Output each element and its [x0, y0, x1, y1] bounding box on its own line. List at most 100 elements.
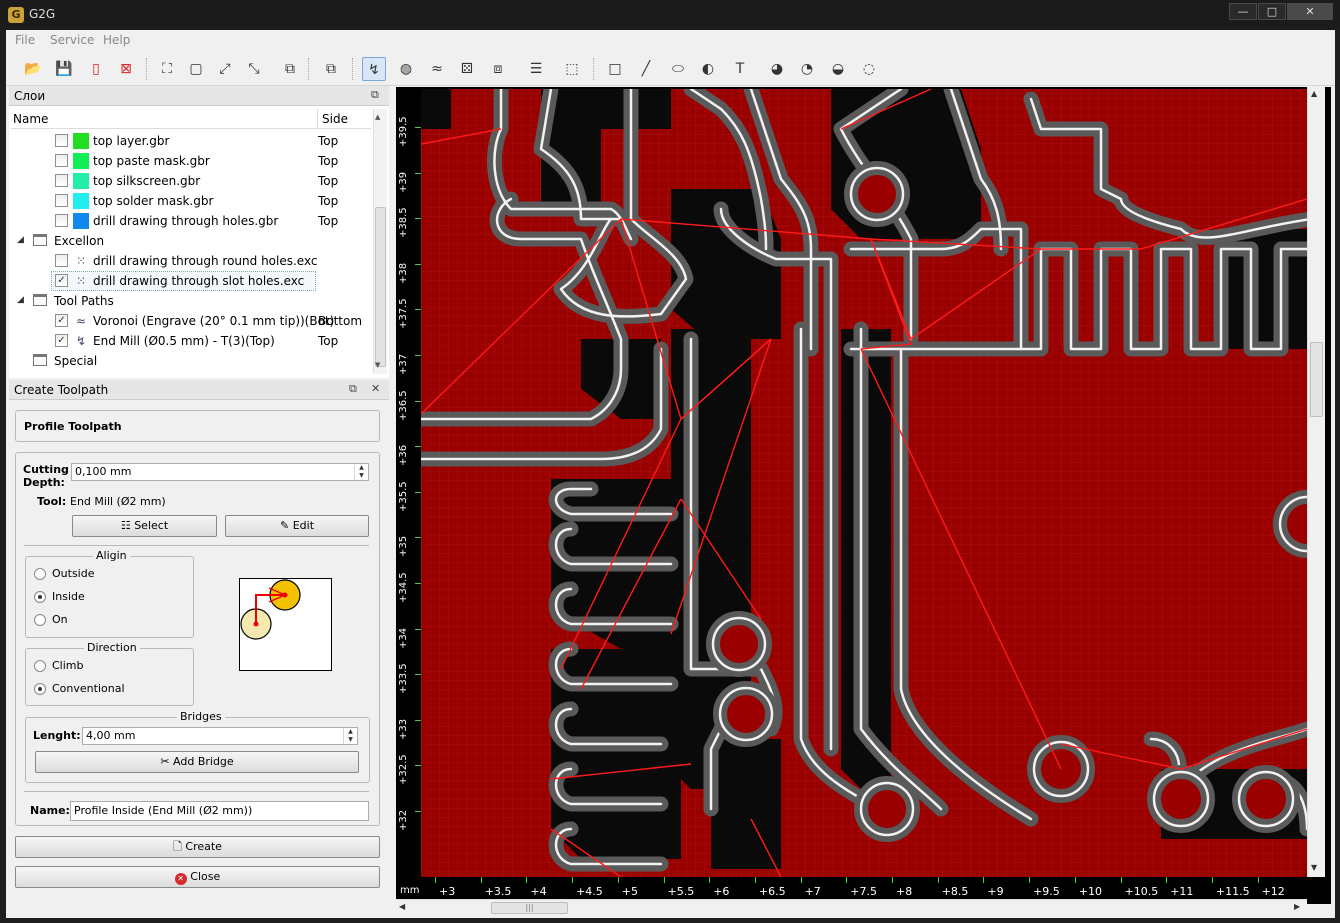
tree-row[interactable]: drill drawing through holes.gbr Top	[11, 211, 371, 231]
toolpath-list-icon[interactable]: ☰	[524, 57, 548, 81]
pcb-canvas[interactable]	[421, 89, 1307, 877]
horizontal-scroll-thumb[interactable]: |||	[491, 902, 568, 914]
menu-help[interactable]: Help	[103, 33, 130, 47]
tree-row[interactable]: top silkscreen.gbr Top	[11, 171, 371, 191]
layer-checkbox[interactable]	[55, 214, 68, 227]
tree-row[interactable]: ⁙ drill drawing through round holes.exc	[11, 251, 371, 271]
layer-color-swatch[interactable]	[73, 153, 89, 169]
maximize-button[interactable]: □	[1258, 3, 1286, 20]
layer-checkbox[interactable]: ✓	[55, 314, 68, 327]
float-panel-icon[interactable]: ⧉	[349, 382, 357, 396]
grid-icon[interactable]: ⧉	[319, 57, 343, 81]
intersect-icon[interactable]: ◒	[826, 57, 850, 81]
tree-row[interactable]: ✓ ≈ Voronoi (Engrave (20° 0.1 mm tip))(B…	[11, 311, 371, 331]
rectangle-icon[interactable]: □	[603, 57, 627, 81]
climb-radio[interactable]	[34, 660, 46, 672]
scroll-up-icon[interactable]: ▲	[375, 113, 380, 121]
inside-radio[interactable]	[34, 591, 46, 603]
toolpath-side: Bottom	[318, 314, 363, 328]
profile-toolpath-icon[interactable]: ↯	[362, 57, 386, 81]
tree-group-special[interactable]: Special	[11, 351, 371, 371]
tree-scrollbar[interactable]: ▲ ▼	[373, 109, 387, 374]
tree-row[interactable]: top solder mask.gbr Top	[11, 191, 371, 211]
line-icon[interactable]: ╱	[634, 57, 658, 81]
cutting-depth-input[interactable]: 0,100 mm ▲ ▼	[71, 463, 369, 481]
union-icon[interactable]: ◕	[765, 57, 789, 81]
menu-service[interactable]: Service	[50, 33, 94, 47]
thermal-toolpath-icon[interactable]: ⧈	[486, 57, 510, 81]
spin-arrows-icon[interactable]: ▲ ▼	[343, 728, 357, 744]
tree-row[interactable]: top layer.gbr Top	[11, 131, 371, 151]
save-icon[interactable]: 💾	[52, 57, 76, 81]
zoom-out-icon[interactable]: ⤡	[242, 57, 266, 81]
tree-row[interactable]: ✓ ⁙ drill drawing through slot holes.exc	[11, 271, 371, 291]
scroll-right-icon[interactable]: ▶	[1294, 902, 1300, 911]
menu-file[interactable]: File	[15, 33, 35, 47]
toolpath-name-input[interactable]: Profile Inside (End Mill (Ø2 mm))	[70, 801, 369, 821]
minimize-button[interactable]: —	[1229, 3, 1257, 20]
zoom-to-icon[interactable]: ▢	[184, 57, 208, 81]
x-tick-label: +6	[713, 885, 730, 898]
tree-row[interactable]: ✓ ↯ End Mill (Ø0.5 mm) - T(3)(Top) Top	[11, 331, 371, 351]
float-panel-icon[interactable]: ⧉	[371, 88, 379, 102]
pdf-icon[interactable]: ▯	[84, 57, 108, 81]
voronoi-toolpath-icon[interactable]: ≈	[425, 57, 449, 81]
layer-checkbox[interactable]	[55, 194, 68, 207]
close-file-icon[interactable]: ⊠	[114, 57, 138, 81]
bridge-length-input[interactable]: 4,00 mm ▲ ▼	[82, 727, 358, 745]
vertical-scrollbar[interactable]: ▲ ▼	[1307, 87, 1325, 877]
scroll-down-icon[interactable]: ▼	[1311, 863, 1317, 872]
collapse-arrow-icon[interactable]: ◢	[17, 295, 24, 305]
on-radio[interactable]	[34, 614, 46, 626]
layer-color-swatch[interactable]	[73, 173, 89, 189]
scroll-up-icon[interactable]: ▲	[1311, 89, 1317, 98]
close-panel-icon[interactable]: ✕	[371, 382, 380, 395]
window-title: G2G	[29, 7, 56, 21]
layer-checkbox[interactable]	[55, 134, 68, 147]
exclude-icon[interactable]: ◌	[857, 57, 881, 81]
scrollbar-thumb[interactable]	[375, 207, 386, 367]
pocket-toolpath-icon[interactable]: ◍	[394, 57, 418, 81]
vertical-scroll-thumb[interactable]	[1310, 342, 1323, 417]
select-frame-icon[interactable]: ⬚	[560, 57, 584, 81]
scroll-left-icon[interactable]: ◀	[399, 902, 405, 911]
outside-radio[interactable]	[34, 568, 46, 580]
tree-group-tool-paths[interactable]: ◢ Tool Paths	[11, 291, 371, 311]
layer-color-swatch[interactable]	[73, 213, 89, 229]
drilling-toolpath-icon[interactable]: ⚄	[455, 57, 479, 81]
subtract-icon[interactable]: ◔	[795, 57, 819, 81]
add-bridge-button[interactable]: ✂ Add Bridge	[35, 751, 359, 773]
ellipse-icon[interactable]: ⬭	[666, 57, 690, 81]
x-tick-mark	[1120, 877, 1122, 883]
layer-color-swatch[interactable]	[73, 193, 89, 209]
layer-checkbox[interactable]	[55, 254, 68, 267]
tree-group-excellon[interactable]: ◢ Excellon	[11, 231, 371, 251]
scroll-down-icon[interactable]: ▼	[375, 361, 380, 369]
close-window-button[interactable]: ✕	[1287, 3, 1333, 20]
zoom-fit-icon[interactable]: ⛶	[155, 57, 179, 81]
spin-arrows-icon[interactable]: ▲ ▼	[354, 464, 368, 480]
column-name[interactable]: Name	[13, 112, 48, 126]
arc-icon[interactable]: ◐	[696, 57, 720, 81]
column-side[interactable]: Side	[317, 109, 352, 129]
collapse-arrow-icon[interactable]: ◢	[17, 235, 24, 245]
conventional-radio[interactable]	[34, 683, 46, 695]
layer-checkbox[interactable]: ✓	[55, 334, 68, 347]
fit-all-icon[interactable]: ⧉	[278, 57, 302, 81]
horizontal-scrollbar[interactable]: ◀ ||| ▶	[396, 899, 1307, 916]
layer-checkbox[interactable]	[55, 174, 68, 187]
tree-row[interactable]: top paste mask.gbr Top	[11, 151, 371, 171]
close-button[interactable]: ✕ Close	[15, 866, 380, 888]
open-folder-icon[interactable]: 📂	[21, 57, 45, 81]
select-tool-button[interactable]: ☷ Select	[72, 515, 217, 537]
layer-checkbox[interactable]: ✓	[55, 274, 68, 287]
text-icon[interactable]: T	[728, 57, 752, 81]
edit-tool-button[interactable]: ✎ Edit	[225, 515, 369, 537]
create-button[interactable]: 🗋 Create	[15, 836, 380, 858]
graphics-view[interactable]: +39.5 +39 +38.5 +38 +37.5 +37 +36.5 +36 +35.5 +35…	[396, 87, 1331, 916]
x-tick-label: +11.5	[1215, 885, 1250, 898]
zoom-in-icon[interactable]: ⤢	[213, 57, 237, 81]
layer-color-swatch[interactable]	[73, 133, 89, 149]
layer-checkbox[interactable]	[55, 154, 68, 167]
on-label: On	[52, 613, 68, 626]
